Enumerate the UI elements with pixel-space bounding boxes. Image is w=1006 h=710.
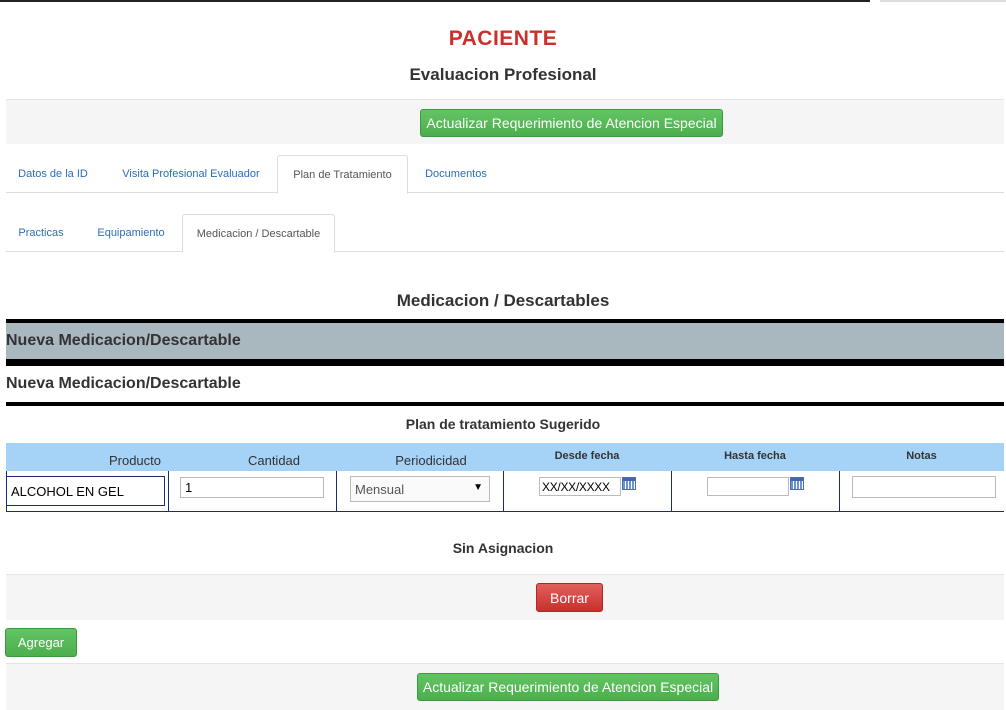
hasta-fecha-input[interactable] — [707, 477, 789, 496]
page-title: PACIENTE — [448, 27, 558, 50]
cantidad-input[interactable]: 1 — [180, 477, 324, 498]
calendar-icon[interactable] — [790, 477, 804, 490]
header-notas: Notas — [906, 449, 937, 462]
tab-practicas[interactable]: Practicas — [6, 214, 76, 251]
cell-border — [839, 471, 840, 512]
periodicidad-value: Mensual — [355, 481, 405, 497]
tab-plan-tratamiento[interactable]: Plan de Tratamiento — [277, 155, 408, 194]
header-hasta-fecha: Hasta fecha — [724, 449, 786, 462]
top-border-line-right — [880, 0, 1006, 2]
cell-border — [671, 471, 672, 512]
section-title: Medicacion / Descartables — [396, 291, 610, 310]
cell-border — [503, 471, 504, 512]
tab-documentos[interactable]: Documentos — [414, 155, 498, 192]
update-requirement-button-bottom[interactable]: Actualizar Requerimiento de Atencion Esp… — [417, 673, 719, 701]
header-desde-fecha: Desde fecha — [554, 449, 620, 462]
calendar-icon[interactable] — [622, 477, 636, 490]
divider — [6, 359, 1004, 366]
divider — [6, 402, 1004, 406]
plan-title: Plan de tratamiento Sugerido — [405, 416, 601, 432]
tab-visita-profesional[interactable]: Visita Profesional Evaluador — [110, 155, 272, 192]
notas-input[interactable] — [852, 476, 996, 498]
delete-button[interactable]: Borrar — [536, 583, 603, 612]
bottom-action-bar: Actualizar Requerimiento de Atencion Esp… — [6, 663, 1004, 710]
new-medication-band: Nueva Medicacion/Descartable — [6, 323, 1004, 359]
cell-border — [336, 471, 337, 512]
main-tabs: Datos de la ID Visita Profesional Evalua… — [6, 155, 1004, 194]
table-header: Producto Cantidad Periodicidad Desde fec… — [6, 443, 1004, 471]
chevron-down-icon: ▼ — [473, 482, 483, 493]
delete-action-bar: Borrar — [6, 574, 1004, 620]
tab-datos-id[interactable]: Datos de la ID — [6, 155, 100, 192]
periodicidad-select[interactable]: Mensual ▼ — [350, 476, 490, 502]
top-action-bar: Actualizar Requerimiento de Atencion Esp… — [6, 99, 1004, 144]
desde-fecha-input[interactable]: XX/XX/XXXX — [539, 477, 621, 496]
producto-input[interactable]: ALCOHOL EN GEL — [6, 476, 165, 506]
header-periodicidad: Periodicidad — [395, 452, 467, 468]
cell-border — [168, 471, 169, 512]
tab-equipamiento[interactable]: Equipamiento — [84, 214, 178, 251]
top-border-line — [0, 0, 870, 2]
new-medication-heading: Nueva Medicacion/Descartable — [6, 375, 241, 392]
tab-medicacion-descartable[interactable]: Medicacion / Descartable — [182, 214, 335, 253]
assignment-status: Sin Asignacion — [452, 540, 554, 556]
page-subtitle: Evaluacion Profesional — [409, 65, 597, 84]
add-button[interactable]: Agregar — [5, 628, 77, 657]
sub-tabs: Practicas Equipamiento Medicacion / Desc… — [6, 214, 1004, 253]
update-requirement-button-top[interactable]: Actualizar Requerimiento de Atencion Esp… — [420, 109, 723, 137]
band-heading: Nueva Medicacion/Descartable — [6, 332, 241, 349]
